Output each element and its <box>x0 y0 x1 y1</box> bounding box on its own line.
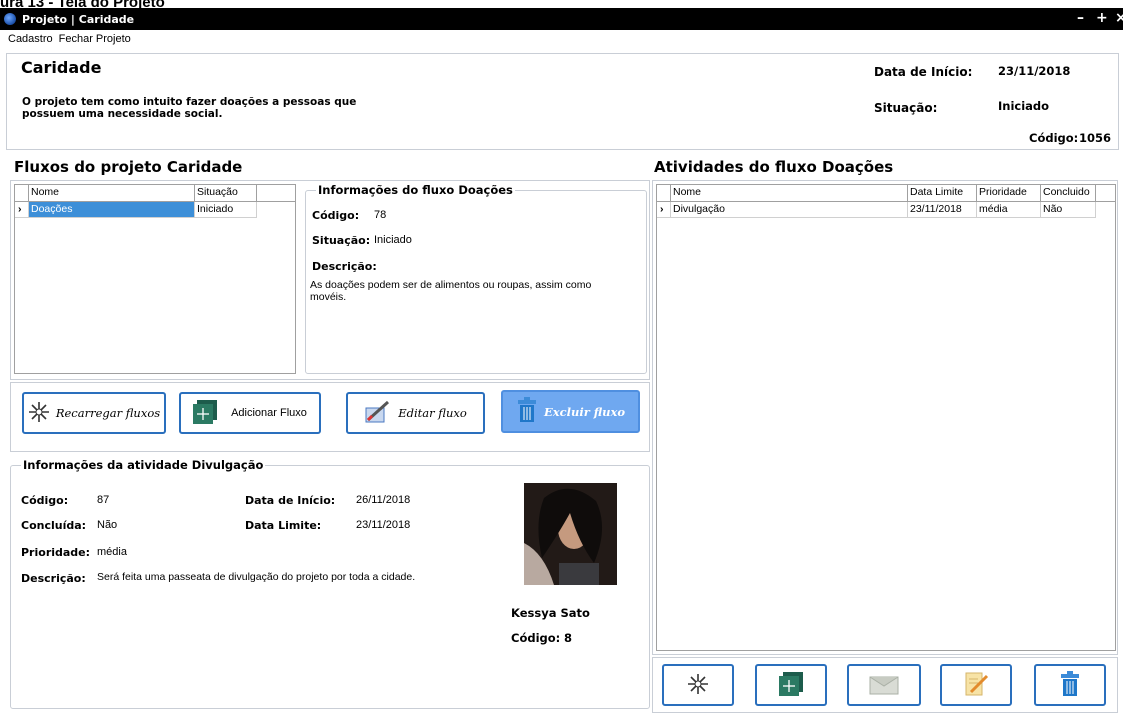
flow-info-title: Informações do fluxo Doações <box>316 183 515 197</box>
table-row[interactable]: › Doações Iniciado <box>15 202 295 218</box>
edit-note-icon <box>963 670 989 701</box>
start-date-label: Data de Início: <box>874 65 973 79</box>
envelope-icon <box>869 673 899 698</box>
reload-activities-button[interactable] <box>662 664 734 706</box>
add-icon <box>779 671 803 699</box>
photo-image <box>524 483 617 585</box>
table-row[interactable]: › Divulgação 23/11/2018 média Não <box>657 202 1115 218</box>
delete-flow-button[interactable]: Excluir fluxo <box>501 390 640 433</box>
activity-done-cell[interactable]: Não <box>1041 202 1096 218</box>
activity-limit-label: Data Limite: <box>245 519 322 532</box>
flow-code-value: 78 <box>374 209 387 221</box>
menu-cadastro[interactable]: Cadastro <box>8 33 53 45</box>
activity-done-value: Não <box>97 519 118 531</box>
responsible-code-label: Código: <box>511 631 561 645</box>
add-activity-button[interactable] <box>755 664 827 706</box>
add-flow-button[interactable]: Adicionar Fluxo <box>179 392 321 434</box>
flows-grid-header: Nome Situação <box>15 185 295 202</box>
activities-grid[interactable]: Nome Data Limite Prioridade Concluido › … <box>656 184 1116 651</box>
project-code-value: 1056 <box>1079 131 1112 145</box>
activity-priority-cell[interactable]: média <box>977 202 1041 218</box>
column-header-data-limite[interactable]: Data Limite <box>908 185 977 201</box>
menu-fechar-projeto[interactable]: Fechar Projeto <box>59 33 131 45</box>
edit-flow-button[interactable]: Editar fluxo <box>346 392 485 434</box>
activity-name-cell[interactable]: Divulgação <box>671 202 908 218</box>
flow-info-groupbox: Informações do fluxo Doações Código: 78 … <box>305 183 647 374</box>
maximize-button[interactable]: + <box>1096 10 1108 26</box>
menu-bar: Cadastro Fechar Projeto <box>0 30 1123 48</box>
status-label: Situação: <box>874 101 938 115</box>
column-header-nome[interactable]: Nome <box>671 185 908 201</box>
row-indicator-header <box>657 185 671 201</box>
row-selector-icon: › <box>657 202 671 218</box>
status-value: Iniciado <box>998 99 1050 113</box>
project-header-panel: Caridade O projeto tem como intuito faze… <box>6 53 1119 150</box>
reload-flows-label: Recarregar fluxos <box>55 406 161 420</box>
responsible-photo <box>524 483 617 585</box>
activity-limit-value: 23/11/2018 <box>356 519 411 531</box>
trash-icon <box>1059 670 1081 700</box>
activity-code-value: 87 <box>97 494 110 506</box>
close-button[interactable]: × <box>1115 10 1123 26</box>
title-bar: Projeto | Caridade – + × <box>0 8 1123 30</box>
reload-icon <box>28 401 50 426</box>
project-name: Caridade <box>21 58 102 77</box>
responsible-name: Kessya Sato <box>511 606 590 620</box>
window-title: Projeto | Caridade <box>22 12 135 26</box>
delete-flow-label: Excluir fluxo <box>543 404 626 419</box>
activity-start-label: Data de Início: <box>245 494 336 507</box>
activity-description-value: Será feita uma passeata de divulgação do… <box>97 571 416 583</box>
flow-status-label: Situação: <box>312 234 371 247</box>
document-caption: ura 13 - Tela do Projeto <box>0 0 165 11</box>
activity-info-title: Informações da atividade Divulgação <box>21 458 266 472</box>
activity-code-label: Código: <box>21 494 69 507</box>
row-selector-icon: › <box>15 202 29 218</box>
activity-limit-cell[interactable]: 23/11/2018 <box>908 202 977 218</box>
app-icon <box>4 13 16 25</box>
responsible-code-value: 8 <box>564 631 573 645</box>
activities-section-title: Atividades do fluxo Doações <box>654 158 894 176</box>
column-header-concluido[interactable]: Concluido <box>1041 185 1096 201</box>
activity-priority-label: Prioridade: <box>21 546 91 559</box>
activity-info-groupbox: Informações da atividade Divulgação Códi… <box>10 458 650 709</box>
start-date-value: 23/11/2018 <box>998 64 1071 78</box>
reload-flows-button[interactable]: Recarregar fluxos <box>22 392 166 434</box>
edit-activity-button[interactable] <box>940 664 1012 706</box>
flow-description-label: Descrição: <box>312 260 377 273</box>
flows-section-title: Fluxos do projeto Caridade <box>14 158 243 176</box>
edit-flow-label: Editar fluxo <box>398 406 467 420</box>
flow-description-value: As doações podem ser de alimentos ou rou… <box>310 279 592 303</box>
activity-done-label: Concluída: <box>21 519 87 532</box>
row-indicator-header <box>15 185 29 201</box>
flow-status-value: Iniciado <box>374 234 412 246</box>
add-icon <box>193 399 218 427</box>
column-header-prioridade[interactable]: Prioridade <box>977 185 1041 201</box>
trash-icon <box>516 397 538 426</box>
minimize-button[interactable]: – <box>1077 10 1084 26</box>
activity-description-label: Descrição: <box>21 572 86 585</box>
delete-activity-button[interactable] <box>1034 664 1106 706</box>
add-flow-label: Adicionar Fluxo <box>231 407 307 419</box>
flow-code-label: Código: <box>312 209 360 222</box>
project-description: O projeto tem como intuito fazer doações… <box>22 96 357 120</box>
flow-status-cell[interactable]: Iniciado <box>195 202 257 218</box>
activities-grid-header: Nome Data Limite Prioridade Concluido <box>657 185 1115 202</box>
activity-start-value: 26/11/2018 <box>356 494 411 506</box>
message-activity-button[interactable] <box>847 664 921 706</box>
reload-icon <box>687 673 709 698</box>
flows-grid[interactable]: Nome Situação › Doações Iniciado <box>14 184 296 374</box>
activity-priority-value: média <box>97 546 127 558</box>
project-code-label: Código: <box>1029 131 1079 145</box>
column-header-nome[interactable]: Nome <box>29 185 195 201</box>
flow-name-cell[interactable]: Doações <box>29 202 195 218</box>
column-header-situacao[interactable]: Situação <box>195 185 257 201</box>
edit-icon <box>364 400 392 427</box>
